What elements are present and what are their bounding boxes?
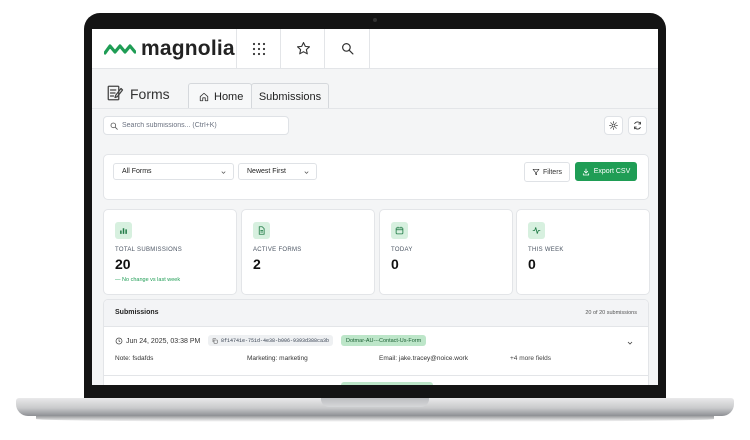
submission-id-chip[interactable]: 8f14741e-751d-4e38-b006-9393d388ca3b [208,335,334,346]
copy-icon [212,337,218,344]
stat-card-this-week: THIS WEEK 0 [516,209,650,295]
grid-icon [252,42,266,55]
download-icon [582,168,589,175]
app-screen: magnolia Forms Home Submissions Search s… [92,29,658,385]
stat-value: 0 [528,256,536,272]
global-search-button[interactable] [324,29,370,68]
search-box[interactable] [103,116,289,135]
field-value: fsdafds [132,355,154,362]
apps-grid-button[interactable] [236,29,281,68]
stat-value: 2 [253,256,261,272]
chevron-down-icon [221,171,226,174]
camera-dot [373,18,377,22]
chevron-down-icon [304,171,309,174]
brand-name: magnolia [141,37,235,60]
next-row-form-tag [341,382,433,385]
chevron-down-icon[interactable] [626,339,634,347]
chart-icon [115,222,132,239]
submission-date-text: Jun 24, 2025, 03:38 PM [126,337,201,345]
clock-icon [115,337,123,345]
form-select[interactable]: All Forms [113,163,234,180]
field-key: Email: [379,355,398,362]
stat-trend-note: — No change vs last week [115,277,181,283]
sort-select[interactable]: Newest First [238,163,317,180]
search-icon [110,122,118,130]
submission-field-marketing: Marketing: marketing [247,355,308,362]
header-divider [92,108,658,109]
submissions-header: Submissions 20 of 20 submissions [104,300,648,327]
export-csv-label: Export CSV [593,168,631,175]
laptop-notch [321,398,429,407]
submission-field-email: Email: jake.tracey@noice.work [379,355,468,362]
submissions-title: Submissions [115,309,159,316]
magnolia-logo-icon [104,44,136,55]
filters-button-label: Filters [542,168,563,176]
stat-label: THIS WEEK [528,247,564,253]
submission-field-note: Note: fsdafds [115,355,153,362]
stat-value: 20 [115,256,131,272]
submission-row[interactable]: Jun 24, 2025, 03:38 PM 8f14741e-751d-4e3… [104,327,648,376]
submission-form-name: Dotmar-AU---Contact-Us-Form [346,337,422,344]
stat-label: TOTAL SUBMISSIONS [115,247,183,253]
calendar-icon [391,222,408,239]
home-icon [199,92,209,101]
submission-date: Jun 24, 2025, 03:38 PM [115,337,200,345]
field-value: marketing [279,355,308,362]
activity-icon [528,222,545,239]
more-fields-text: +4 more fields [510,355,552,362]
laptop-shadow [36,416,714,422]
submissions-panel: Submissions 20 of 20 submissions Jun 24,… [103,299,649,385]
favorites-button[interactable] [280,29,325,68]
app-title: Forms [130,86,170,102]
tab-home-label: Home [214,90,244,103]
tab-home[interactable]: Home [188,83,252,109]
field-key: Note: [115,355,131,362]
sun-icon [609,121,618,130]
stat-label: TODAY [391,247,413,253]
search-icon [341,43,354,55]
brand-logo[interactable]: magnolia [104,37,235,61]
field-value: jake.tracey@noice.work [398,355,468,362]
more-fields-link[interactable]: +4 more fields [510,355,551,362]
stat-card-today: TODAY 0 [379,209,513,295]
sort-select-value: Newest First [247,168,286,175]
submission-form-tag: Dotmar-AU---Contact-Us-Form [341,335,427,346]
search-input[interactable] [122,122,272,129]
stat-label: ACTIVE FORMS [253,247,302,253]
document-icon [253,222,270,239]
theme-toggle-button[interactable] [604,116,623,135]
refresh-button[interactable] [628,116,647,135]
stat-card-total: TOTAL SUBMISSIONS 20 — No change vs last… [103,209,237,295]
star-icon [296,42,310,55]
stat-value: 0 [391,256,399,272]
refresh-icon [634,121,641,130]
app-header: Forms Home Submissions [92,69,658,109]
filter-icon [532,169,540,175]
stat-card-active-forms: ACTIVE FORMS 2 [241,209,375,295]
export-csv-button[interactable]: Export CSV [575,162,637,181]
submission-id-text: 8f14741e-751d-4e38-b006-9393d388ca3b [221,337,330,344]
top-bar: magnolia [92,29,658,69]
tab-submissions-label: Submissions [258,90,322,103]
submissions-count: 20 of 20 submissions [585,310,637,316]
tab-submissions[interactable]: Submissions [251,83,329,109]
field-key: Marketing: [247,355,278,362]
filters-button[interactable]: Filters [524,162,570,182]
forms-app-icon [107,85,124,101]
form-select-value: All Forms [122,168,152,175]
